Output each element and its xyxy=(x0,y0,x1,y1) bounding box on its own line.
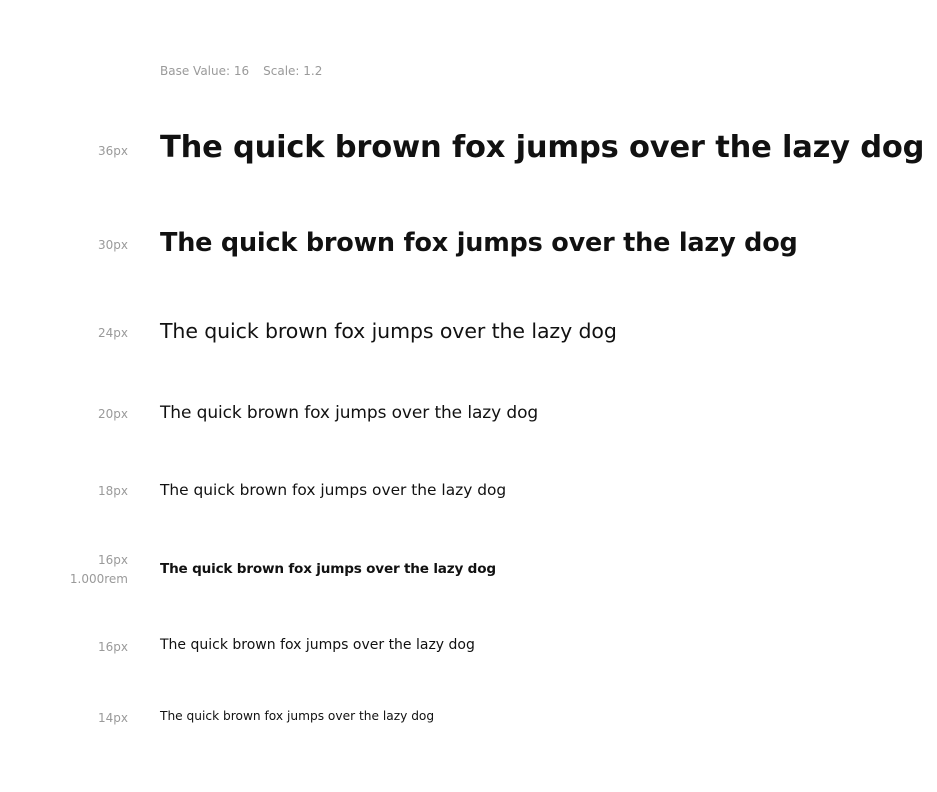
sample-text: The quick brown fox jumps over the lazy … xyxy=(160,228,798,258)
size-label: 18px xyxy=(98,484,128,498)
size-label: 20px xyxy=(98,407,128,421)
base-value-label: Base Value: 16 xyxy=(160,64,250,78)
size-label: 36px xyxy=(98,144,128,158)
size-label: 16px xyxy=(98,640,128,654)
size-label: 30px xyxy=(98,238,128,252)
sample-text: The quick brown fox jumps over the lazy … xyxy=(160,709,435,723)
scale-settings: Base Value: 16 Scale: 1.2 xyxy=(160,64,322,78)
sample-text: The quick brown fox jumps over the lazy … xyxy=(160,403,539,423)
sample-text: The quick brown fox jumps over the lazy … xyxy=(160,561,496,577)
sample-text: The quick brown fox jumps over the lazy … xyxy=(160,130,925,165)
size-rem: 1.000rem xyxy=(69,572,128,586)
size-label: 16px 1.000rem xyxy=(70,551,128,589)
sample-text: The quick brown fox jumps over the lazy … xyxy=(160,319,617,343)
sample-text: The quick brown fox jumps over the lazy … xyxy=(160,481,507,499)
size-px: 16px xyxy=(98,553,128,567)
size-label: 14px xyxy=(98,711,128,725)
size-label: 24px xyxy=(98,326,128,340)
scale-label: Scale: 1.2 xyxy=(263,64,323,78)
sample-text: The quick brown fox jumps over the lazy … xyxy=(160,637,475,653)
